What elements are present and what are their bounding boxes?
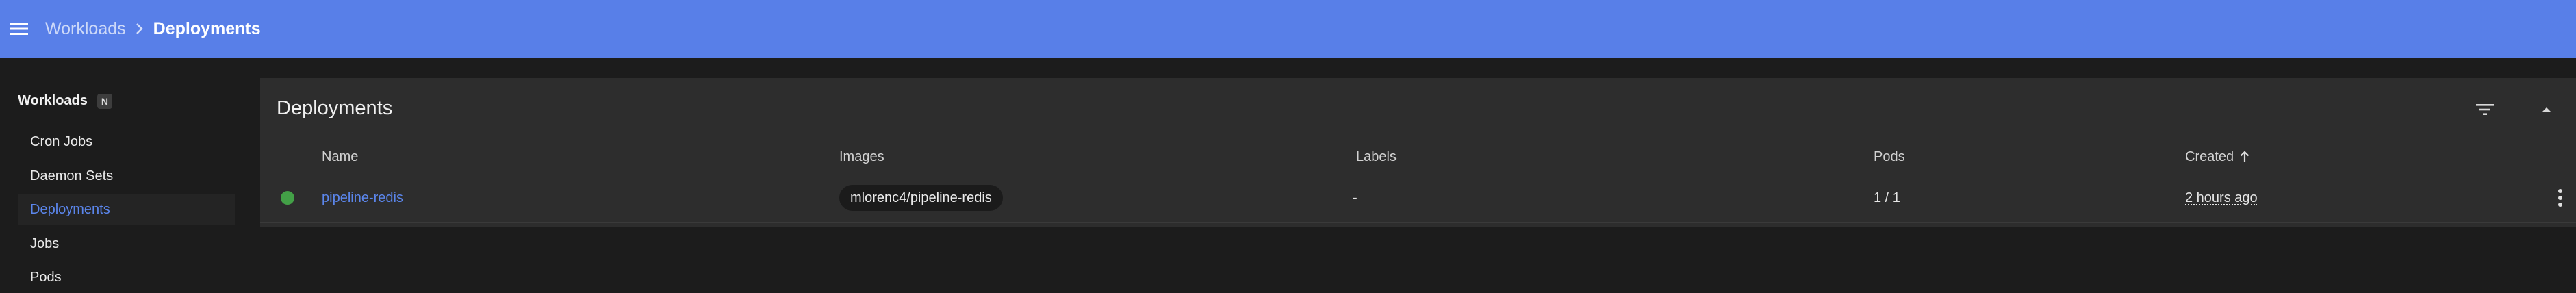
sidebar-item-daemon-sets[interactable]: Daemon Sets: [18, 160, 235, 192]
breadcrumb: Workloads Deployments: [45, 0, 261, 58]
breadcrumb-deployments: Deployments: [153, 18, 261, 38]
arrow-up-icon[interactable]: [2532, 94, 2562, 125]
chevron-right-icon: [134, 22, 145, 36]
breadcrumb-workloads[interactable]: Workloads: [45, 19, 126, 39]
sidebar-item-label: Jobs: [30, 235, 60, 251]
sidebar-item-deployments[interactable]: Deployments: [18, 194, 235, 225]
column-header-created[interactable]: Created: [2185, 141, 2250, 173]
deployments-card: Deployments Name Images Labels Pods Crea…: [260, 78, 2576, 227]
table-row: pipeline-redis mlorenc4/pipeline-redis -…: [260, 173, 2576, 223]
sidebar-section-title: Workloads: [18, 93, 88, 108]
created-age[interactable]: 2 hours ago: [2185, 190, 2258, 206]
more-vertical-icon[interactable]: [2547, 183, 2574, 213]
sidebar-item-pods[interactable]: Pods: [18, 262, 235, 293]
column-header-pods[interactable]: Pods: [1874, 141, 1905, 173]
sidebar-item-jobs[interactable]: Jobs: [18, 228, 235, 259]
table-header: Name Images Labels Pods Created: [260, 141, 2576, 173]
sidebar-item-label: Pods: [30, 269, 62, 285]
card-title: Deployments: [277, 97, 393, 119]
arrow-upward-icon: [2239, 151, 2250, 163]
status-running-icon: [281, 191, 294, 205]
sidebar-item-label: Daemon Sets: [30, 168, 114, 183]
sidebar-item-label: Cron Jobs: [30, 133, 93, 149]
images-cell: mlorenc4/pipeline-redis: [839, 173, 1003, 222]
filter-icon[interactable]: [2470, 94, 2500, 125]
column-header-name[interactable]: Name: [322, 141, 358, 173]
sidebar-item-cron-jobs[interactable]: Cron Jobs: [18, 126, 235, 157]
labels-cell: -: [1353, 190, 1357, 205]
sidebar-section-workloads: Workloads N: [18, 93, 112, 109]
column-header-created-label: Created: [2185, 149, 2234, 164]
deployment-name-link[interactable]: pipeline-redis: [322, 190, 403, 206]
status-cell: [281, 173, 294, 222]
name-cell: pipeline-redis: [322, 173, 403, 222]
created-cell: 2 hours ago: [2185, 173, 2258, 222]
pods-cell: 1 / 1: [1874, 190, 1900, 205]
sidebar-item-label: Deployments: [30, 201, 110, 217]
image-chip: mlorenc4/pipeline-redis: [839, 185, 1003, 211]
sidebar: Workloads N Cron Jobs Daemon Sets Deploy…: [0, 58, 253, 285]
namespace-badge: N: [97, 93, 112, 109]
column-header-labels: Labels: [1356, 149, 1397, 164]
top-bar: Workloads Deployments: [0, 0, 2576, 58]
menu-icon[interactable]: [7, 16, 31, 41]
column-header-images[interactable]: Images: [839, 141, 884, 173]
